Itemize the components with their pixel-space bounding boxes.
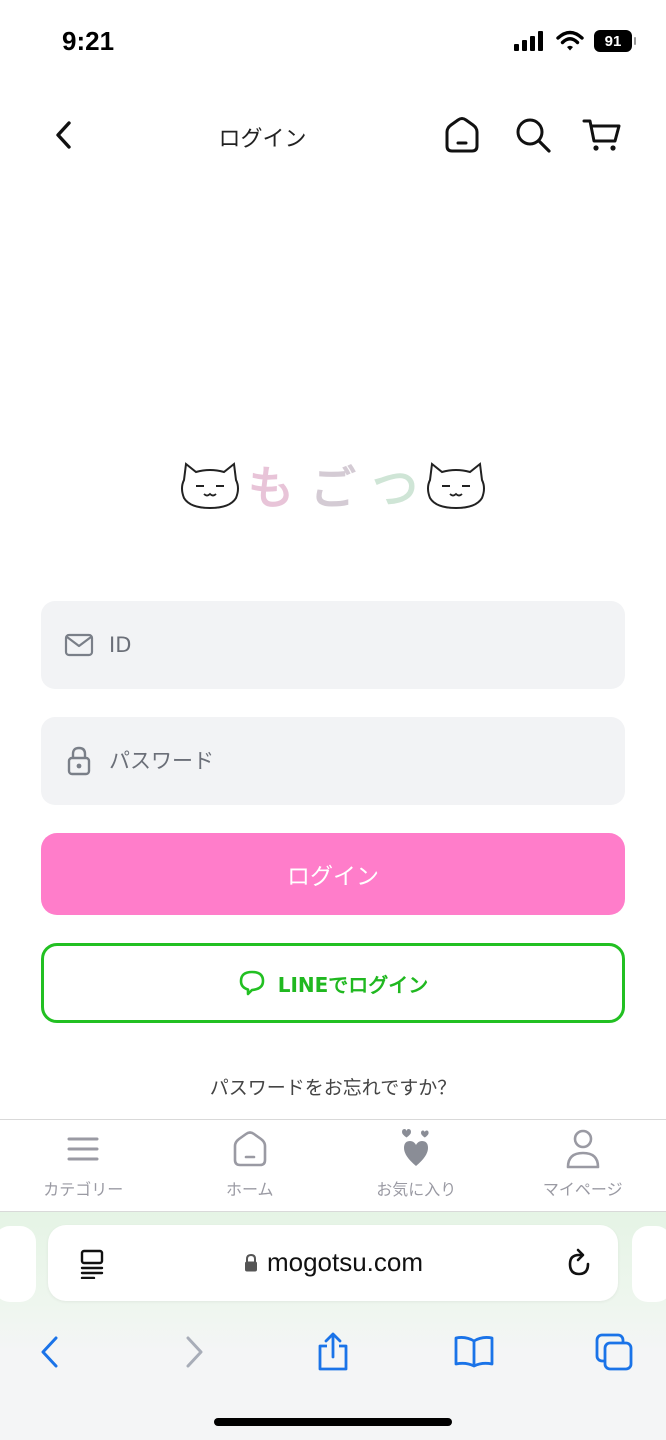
tabs-icon: [595, 1333, 633, 1371]
cart-button[interactable]: [582, 115, 622, 155]
id-field-container: [41, 601, 625, 689]
browser-toolbar: [0, 1320, 666, 1380]
next-tab-preview[interactable]: [632, 1226, 666, 1302]
tabs-button[interactable]: [592, 1330, 636, 1374]
page-header: ログイン: [0, 95, 666, 175]
password-field-container: [41, 717, 625, 805]
home-icon: [445, 117, 479, 153]
bottom-nav: カテゴリー ホーム お気に入り マイページ: [0, 1119, 666, 1212]
id-input[interactable]: [109, 633, 589, 657]
nav-label-category: カテゴリー: [43, 1180, 124, 1199]
url-display: mogotsu.com: [48, 1247, 618, 1278]
cat-face-icon: [181, 462, 239, 510]
person-icon: [563, 1128, 603, 1170]
status-bar: 9:21 91: [0, 0, 666, 90]
nav-label-home: ホーム: [225, 1180, 274, 1199]
home-icon: [230, 1128, 270, 1170]
address-bar[interactable]: mogotsu.com: [48, 1225, 618, 1301]
menu-icon: [63, 1128, 103, 1170]
logo-char-3: つ: [372, 461, 418, 515]
home-indicator: [214, 1418, 452, 1426]
book-icon: [454, 1336, 494, 1368]
cat-face-icon: [427, 462, 485, 510]
wifi-icon: [556, 30, 584, 51]
logo-char-2: ご: [310, 461, 356, 515]
share-icon: [318, 1332, 348, 1371]
line-login-label: LINEでログイン: [277, 972, 429, 997]
nav-item-mypage[interactable]: マイページ: [500, 1120, 666, 1211]
nav-label-favorites: お気に入り: [376, 1180, 457, 1199]
browser-forward-button[interactable]: [172, 1330, 216, 1374]
lock-icon: [63, 745, 95, 777]
chevron-right-icon: [186, 1336, 203, 1368]
nav-item-favorites[interactable]: お気に入り: [333, 1120, 500, 1211]
bookmarks-button[interactable]: [452, 1330, 496, 1374]
line-chat-icon: [239, 970, 265, 996]
heart-icon: [396, 1128, 436, 1170]
login-button[interactable]: ログイン: [41, 833, 625, 915]
previous-tab-preview[interactable]: [0, 1226, 36, 1302]
reload-icon[interactable]: [564, 1247, 594, 1283]
chevron-left-icon: [41, 1336, 58, 1368]
password-input[interactable]: [109, 749, 589, 773]
signal-icon: [514, 31, 543, 51]
status-icons: 91: [514, 30, 636, 52]
search-icon: [516, 118, 551, 153]
battery-indicator: 91: [594, 30, 636, 52]
nav-label-mypage: マイページ: [542, 1180, 623, 1199]
nav-item-category[interactable]: カテゴリー: [0, 1120, 167, 1211]
mail-icon: [63, 629, 95, 661]
forgot-password-link[interactable]: パスワードをお忘れですか？: [0, 1073, 666, 1100]
cart-icon: [582, 119, 621, 151]
nav-item-home[interactable]: ホーム: [167, 1120, 334, 1211]
logo-char-1: も: [248, 461, 294, 515]
home-button[interactable]: [442, 115, 482, 155]
browser-back-button[interactable]: [28, 1330, 72, 1374]
search-button[interactable]: [513, 115, 553, 155]
share-button[interactable]: [311, 1330, 355, 1374]
url-text: mogotsu.com: [266, 1247, 424, 1277]
line-login-button[interactable]: LINEでログイン: [41, 943, 625, 1023]
lock-icon: [244, 1253, 257, 1272]
status-time: 9:21: [62, 26, 115, 56]
site-logo: も ご つ: [0, 455, 666, 515]
browser-chrome: mogotsu.com: [0, 1212, 666, 1440]
